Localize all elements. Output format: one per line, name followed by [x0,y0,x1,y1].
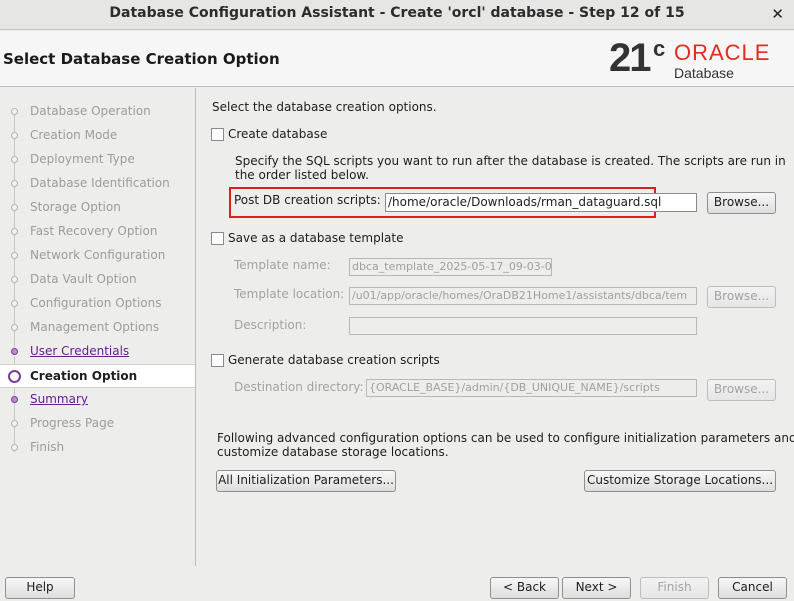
step-label: Network Configuration [30,248,166,262]
step-database-identification: Database Identification [0,172,195,196]
logo-version: 21 [609,36,651,80]
step-label: Management Options [30,320,160,334]
template-location-label: Template location: [234,287,345,301]
step-label: Finish [30,440,65,454]
create-database-label[interactable]: Create database [228,127,327,141]
finish-button[interactable]: Finish [640,577,709,599]
save-template-label[interactable]: Save as a database template [228,231,403,245]
step-dot-icon [11,252,18,259]
template-description-field[interactable] [349,317,697,335]
destination-directory-field[interactable]: {ORACLE_BASE}/admin/{DB_UNIQUE_NAME}/scr… [366,379,697,397]
step-dot-icon [11,132,18,139]
step-label: Creation Mode [30,128,118,142]
intro-text: Select the database creation options. [212,100,437,114]
step-dot-icon [11,180,18,187]
logo-version-suffix: c [653,36,666,61]
step-dot-icon [11,228,18,235]
step-dot-icon [11,276,18,283]
create-database-description-line2: the order listed below. [235,168,369,182]
step-storage-option: Storage Option [0,196,195,220]
logo-brand: ORACLE [674,40,771,65]
logo-product: Database [674,65,734,81]
destination-directory-label: Destination directory: [234,380,364,394]
step-dot-icon [11,204,18,211]
save-template-checkbox[interactable] [211,232,224,245]
step-label: Deployment Type [30,152,135,166]
step-creation-mode: Creation Mode [0,124,195,148]
template-name-label: Template name: [234,258,331,272]
create-database-description-line1: Specify the SQL scripts you want to run … [235,154,786,168]
step-summary[interactable]: Summary [0,388,195,412]
step-label[interactable]: User Credentials [30,344,129,358]
step-label: Database Identification [30,176,170,190]
step-label: Progress Page [30,416,115,430]
customize-storage-locations-button[interactable]: Customize Storage Locations... [584,470,776,492]
step-dot-icon [11,396,18,403]
step-management-options: Management Options [0,316,195,340]
step-creation-option: Creation Option [0,364,195,388]
step-label[interactable]: Summary [30,392,88,406]
step-dot-icon [11,108,18,115]
step-label: Data Vault Option [30,272,137,286]
page-header: Select Database Creation Option 21 c ORA… [0,31,794,87]
main-content: Select the database creation options. Cr… [197,88,794,566]
current-step-icon [8,370,21,383]
step-deployment-type: Deployment Type [0,148,195,172]
cancel-button[interactable]: Cancel [718,577,787,599]
help-button[interactable]: Help [5,577,75,599]
step-data-vault-option: Data Vault Option [0,268,195,292]
step-dot-icon [11,300,18,307]
step-label: Storage Option [30,200,121,214]
step-label: Configuration Options [30,296,162,310]
post-scripts-browse-button[interactable]: Browse... [707,192,776,214]
post-scripts-input[interactable]: /home/oracle/Downloads/rman_dataguard.sq… [385,193,697,212]
step-label: Creation Option [30,369,138,383]
advanced-options-text-line1: Following advanced configuration options… [217,431,794,445]
template-location-field[interactable]: /u01/app/oracle/homes/OraDB21Home1/assis… [349,287,697,305]
template-location-browse-button[interactable]: Browse... [707,286,776,308]
step-user-credentials[interactable]: User Credentials [0,340,195,364]
step-dot-icon [11,420,18,427]
template-name-field[interactable]: dbca_template_2025-05-17_09-03-0 [349,258,552,276]
step-dot-icon [11,444,18,451]
step-configuration-options: Configuration Options [0,292,195,316]
advanced-options-text-line2: customize database storage locations. [217,445,449,459]
window-title: Database Configuration Assistant - Creat… [109,5,685,21]
page-title: Select Database Creation Option [3,50,280,68]
close-icon[interactable]: ✕ [771,5,784,23]
generate-scripts-label[interactable]: Generate database creation scripts [228,353,440,367]
step-database-operation: Database Operation [0,100,195,124]
step-fast-recovery-option: Fast Recovery Option [0,220,195,244]
post-scripts-label: Post DB creation scripts: [234,193,381,207]
generate-scripts-checkbox[interactable] [211,354,224,367]
step-finish: Finish [0,436,195,460]
window-titlebar: Database Configuration Assistant - Creat… [0,0,794,30]
step-dot-icon [11,348,18,355]
step-label: Fast Recovery Option [30,224,158,238]
step-progress-page: Progress Page [0,412,195,436]
template-description-label: Description: [234,318,307,332]
create-database-checkbox[interactable] [211,128,224,141]
step-network-configuration: Network Configuration [0,244,195,268]
next-button[interactable]: Next > [562,577,631,599]
step-label: Database Operation [30,104,151,118]
destination-browse-button[interactable]: Browse... [707,379,776,401]
step-dot-icon [11,156,18,163]
back-button[interactable]: < Back [490,577,559,599]
steps-sidebar: Database Operation Creation Mode Deploym… [0,88,196,566]
all-init-parameters-button[interactable]: All Initialization Parameters... [216,470,396,492]
oracle-logo: 21 c ORACLE Database [608,36,788,84]
step-dot-icon [11,324,18,331]
